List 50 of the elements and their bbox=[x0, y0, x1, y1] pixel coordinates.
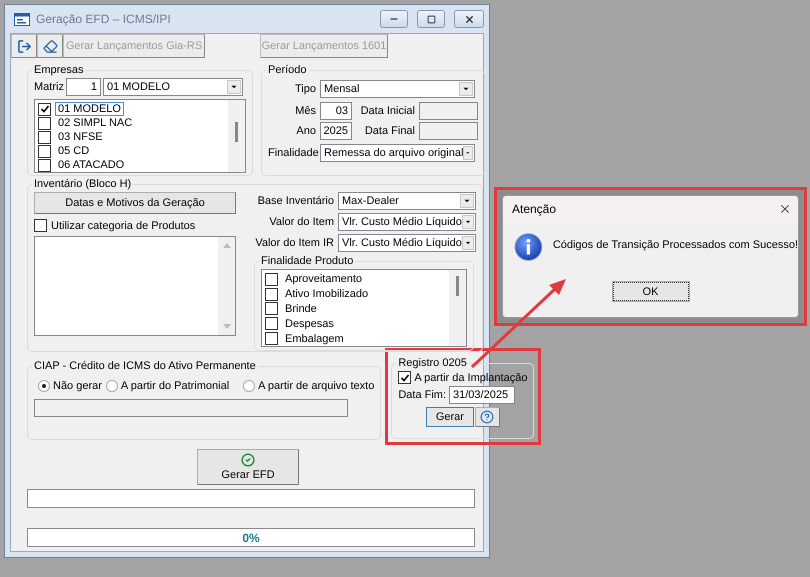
field-label: Base Inventário bbox=[256, 195, 334, 207]
radio-label: A partir do Patrimonial bbox=[120, 380, 230, 392]
dropdown[interactable]: 01 MODELO bbox=[102, 78, 243, 96]
progress-reading: 0% bbox=[242, 530, 260, 544]
field-label: Tipo bbox=[294, 83, 316, 95]
list-item[interactable]: Despesas bbox=[282, 316, 337, 331]
field-label: Valor do Item IR bbox=[254, 237, 334, 249]
dropdown[interactable]: Vlr. Custo Médio Líquido bbox=[338, 234, 476, 252]
dates-button[interactable]: Datas e Motivos da Geração bbox=[34, 192, 236, 214]
input-field[interactable]: 2025 bbox=[320, 122, 352, 140]
field-label: Valor do Item bbox=[268, 216, 334, 228]
field-label: Ano bbox=[295, 125, 316, 137]
radio-label: A partir de arquivo texto bbox=[258, 380, 374, 392]
generate-button[interactable]: Gerar bbox=[426, 407, 474, 427]
dialog-message: Códigos de Transição Processados com Sucesso! bbox=[552, 239, 798, 253]
radio-label: Não gerar bbox=[53, 380, 102, 392]
field-label: Mês bbox=[294, 105, 316, 117]
list-item[interactable]: Embalagem bbox=[282, 332, 347, 346]
group-title: Período bbox=[267, 64, 308, 76]
checkbox-label: A partir da Implantação bbox=[414, 372, 528, 384]
group-title: Registro 0205 bbox=[397, 357, 468, 369]
field-label: Finalidade bbox=[268, 147, 316, 159]
dropdown[interactable]: Mensal bbox=[320, 80, 475, 98]
list-item[interactable]: 01 MODELO bbox=[55, 102, 124, 116]
field-label: Data Final bbox=[364, 125, 415, 137]
window-title: Geração EFD – ICMS/IPI bbox=[36, 12, 172, 26]
list-item[interactable]: Aproveitamento bbox=[282, 272, 366, 286]
date-field[interactable]: 31/03/2025 bbox=[449, 386, 516, 404]
group-title: Inventário (Bloco H) bbox=[33, 178, 132, 190]
checkbox-label: Utilizar categoria de Produtos bbox=[51, 220, 196, 232]
group-title: Empresas bbox=[33, 64, 85, 76]
generate-efd-button[interactable]: Gerar EFD bbox=[197, 449, 299, 485]
dialog-title: Atenção bbox=[512, 202, 556, 216]
dropdown[interactable]: Max-Dealer bbox=[338, 192, 476, 210]
list-item[interactable]: Brinde bbox=[282, 302, 320, 316]
list-item[interactable]: 03 NFSE bbox=[55, 130, 106, 144]
list-item[interactable]: 05 CD bbox=[55, 144, 92, 158]
list-item[interactable]: Ativo Imobilizado bbox=[282, 287, 372, 302]
dropdown[interactable]: Remessa do arquivo original bbox=[320, 144, 475, 162]
input-field[interactable]: 03 bbox=[320, 102, 352, 120]
dropdown[interactable]: Vlr. Custo Médio Líquido bbox=[338, 213, 476, 231]
list-item[interactable]: 02 SIMPL NAC bbox=[55, 116, 136, 130]
input-field[interactable]: 1 bbox=[66, 78, 101, 96]
field-label: Data Inicial bbox=[360, 105, 415, 117]
ok-button[interactable]: OK bbox=[612, 282, 688, 301]
field-label: Data Fim: bbox=[398, 389, 446, 401]
field-label: Matriz bbox=[34, 81, 64, 93]
list-item[interactable]: 06 ATACADO bbox=[55, 158, 128, 172]
group-title: Finalidade Produto bbox=[260, 255, 354, 267]
group-title: CIAP - Crédito de ICMS do Ativo Permanente bbox=[33, 360, 257, 372]
